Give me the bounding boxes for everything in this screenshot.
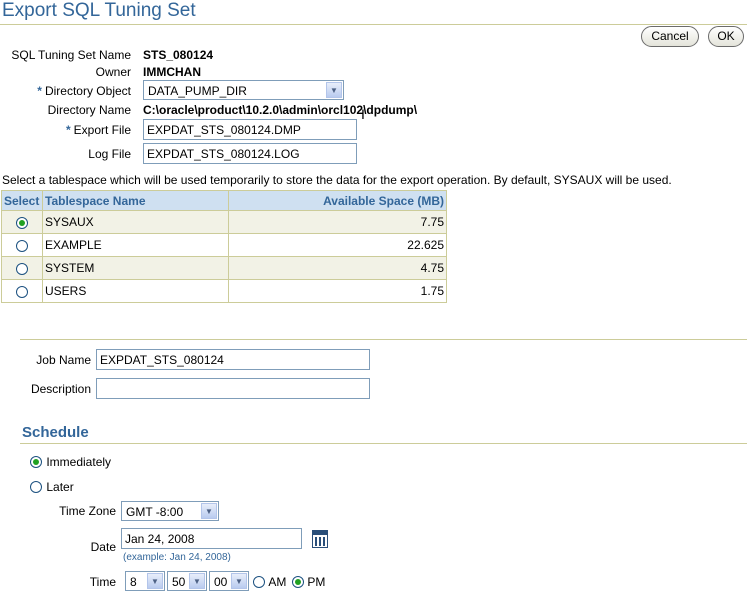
required-marker: *: [37, 84, 42, 98]
minute-select[interactable]: 50 ▼: [167, 571, 207, 591]
time-zone-selected: GMT -8:00: [126, 505, 184, 519]
tablespace-name-cell: SYSTEM: [42, 256, 229, 280]
required-marker: *: [65, 123, 71, 137]
second-select[interactable]: 00 ▼: [209, 571, 249, 591]
description-input[interactable]: [96, 378, 370, 399]
immediately-option[interactable]: Immediately: [30, 454, 111, 469]
later-radio[interactable]: [30, 480, 42, 493]
directory-name-value: C:\oracle\product\10.2.0\admin\orcl102\d…: [143, 103, 418, 117]
date-input[interactable]: [121, 528, 302, 549]
directory-object-label-text: Directory Object: [44, 84, 131, 98]
hour-select[interactable]: 8 ▼: [125, 571, 165, 591]
directory-object-selected: DATA_PUMP_DIR: [148, 84, 247, 98]
chevron-down-icon: ▼: [231, 573, 247, 589]
tablespace-radio-system[interactable]: [16, 262, 28, 275]
minute-selected: 50: [172, 575, 186, 589]
tablespace-radio-users[interactable]: [16, 285, 28, 298]
table-row: SYSAUX 7.75: [1, 210, 447, 234]
date-label: Date: [90, 540, 116, 554]
time-label: Time: [89, 575, 116, 589]
job-name-label: Job Name: [36, 353, 91, 367]
pm-label: PM: [307, 574, 326, 589]
section-divider: [20, 339, 747, 340]
pm-option[interactable]: PM: [292, 574, 325, 589]
time-zone-select[interactable]: GMT -8:00 ▼: [121, 501, 219, 521]
ok-button[interactable]: OK: [708, 26, 744, 47]
second-selected: 00: [214, 575, 228, 589]
schedule-divider: [20, 443, 747, 444]
tablespace-name-cell: SYSAUX: [42, 210, 229, 234]
hour-selected: 8: [130, 575, 137, 589]
table-row: EXAMPLE 22.625: [1, 233, 447, 257]
pm-radio[interactable]: [292, 575, 304, 588]
directory-object-label: * Directory Object: [0, 84, 131, 98]
tablespace-radio-example[interactable]: [16, 239, 28, 252]
cancel-button[interactable]: Cancel: [641, 26, 699, 47]
tablespace-table: Select Tablespace Name Available Space (…: [1, 190, 447, 303]
directory-name-label: Directory Name: [47, 103, 131, 117]
calendar-icon[interactable]: [312, 530, 328, 548]
tablespace-name-cell: USERS: [42, 279, 229, 303]
immediately-radio[interactable]: [30, 455, 42, 468]
job-name-input[interactable]: [96, 349, 370, 370]
page-title: Export SQL Tuning Set: [2, 0, 196, 21]
sts-name-label: SQL Tuning Set Name: [11, 48, 131, 62]
export-file-label: * Export File: [0, 123, 131, 137]
table-row: USERS 1.75: [1, 279, 447, 303]
log-file-input[interactable]: [143, 143, 357, 164]
available-space-cell: 1.75: [228, 279, 447, 303]
date-example-hint: (example: Jan 24, 2008): [123, 552, 231, 563]
schedule-section-title: Schedule: [22, 424, 89, 441]
available-space-cell: 7.75: [228, 210, 447, 234]
tablespace-name-cell: EXAMPLE: [42, 233, 229, 257]
owner-value: IMMCHAN: [143, 65, 201, 79]
text-cursor-icon: I: [361, 106, 365, 122]
tablespace-radio-sysaux[interactable]: [16, 216, 28, 229]
chevron-down-icon: ▼: [326, 82, 342, 98]
export-file-input[interactable]: [143, 119, 357, 140]
owner-label: Owner: [95, 65, 131, 79]
am-label: AM: [268, 574, 287, 589]
later-option[interactable]: Later: [30, 479, 74, 494]
table-row: SYSTEM 4.75: [1, 256, 447, 280]
chevron-down-icon: ▼: [147, 573, 163, 589]
column-header-select: Select: [1, 190, 43, 211]
am-option[interactable]: AM: [253, 574, 286, 589]
am-radio[interactable]: [253, 575, 265, 588]
column-header-tablespace-name[interactable]: Tablespace Name: [42, 190, 229, 211]
chevron-down-icon: ▼: [201, 503, 217, 519]
description-label: Description: [30, 382, 91, 396]
available-space-cell: 22.625: [228, 233, 447, 257]
log-file-label: Log File: [88, 147, 131, 161]
title-divider: [0, 24, 747, 25]
available-space-cell: 4.75: [228, 256, 447, 280]
chevron-down-icon: ▼: [189, 573, 205, 589]
immediately-label: Immediately: [46, 454, 112, 469]
sts-name-value: STS_080124: [143, 48, 214, 62]
column-header-available-space[interactable]: Available Space (MB): [228, 190, 447, 211]
export-file-label-text: Export File: [73, 123, 131, 137]
tablespace-instruction: Select a tablespace which will be used t…: [2, 173, 672, 187]
directory-object-select[interactable]: DATA_PUMP_DIR ▼: [143, 80, 344, 100]
time-zone-label: Time Zone: [59, 504, 116, 518]
later-label: Later: [46, 479, 74, 494]
